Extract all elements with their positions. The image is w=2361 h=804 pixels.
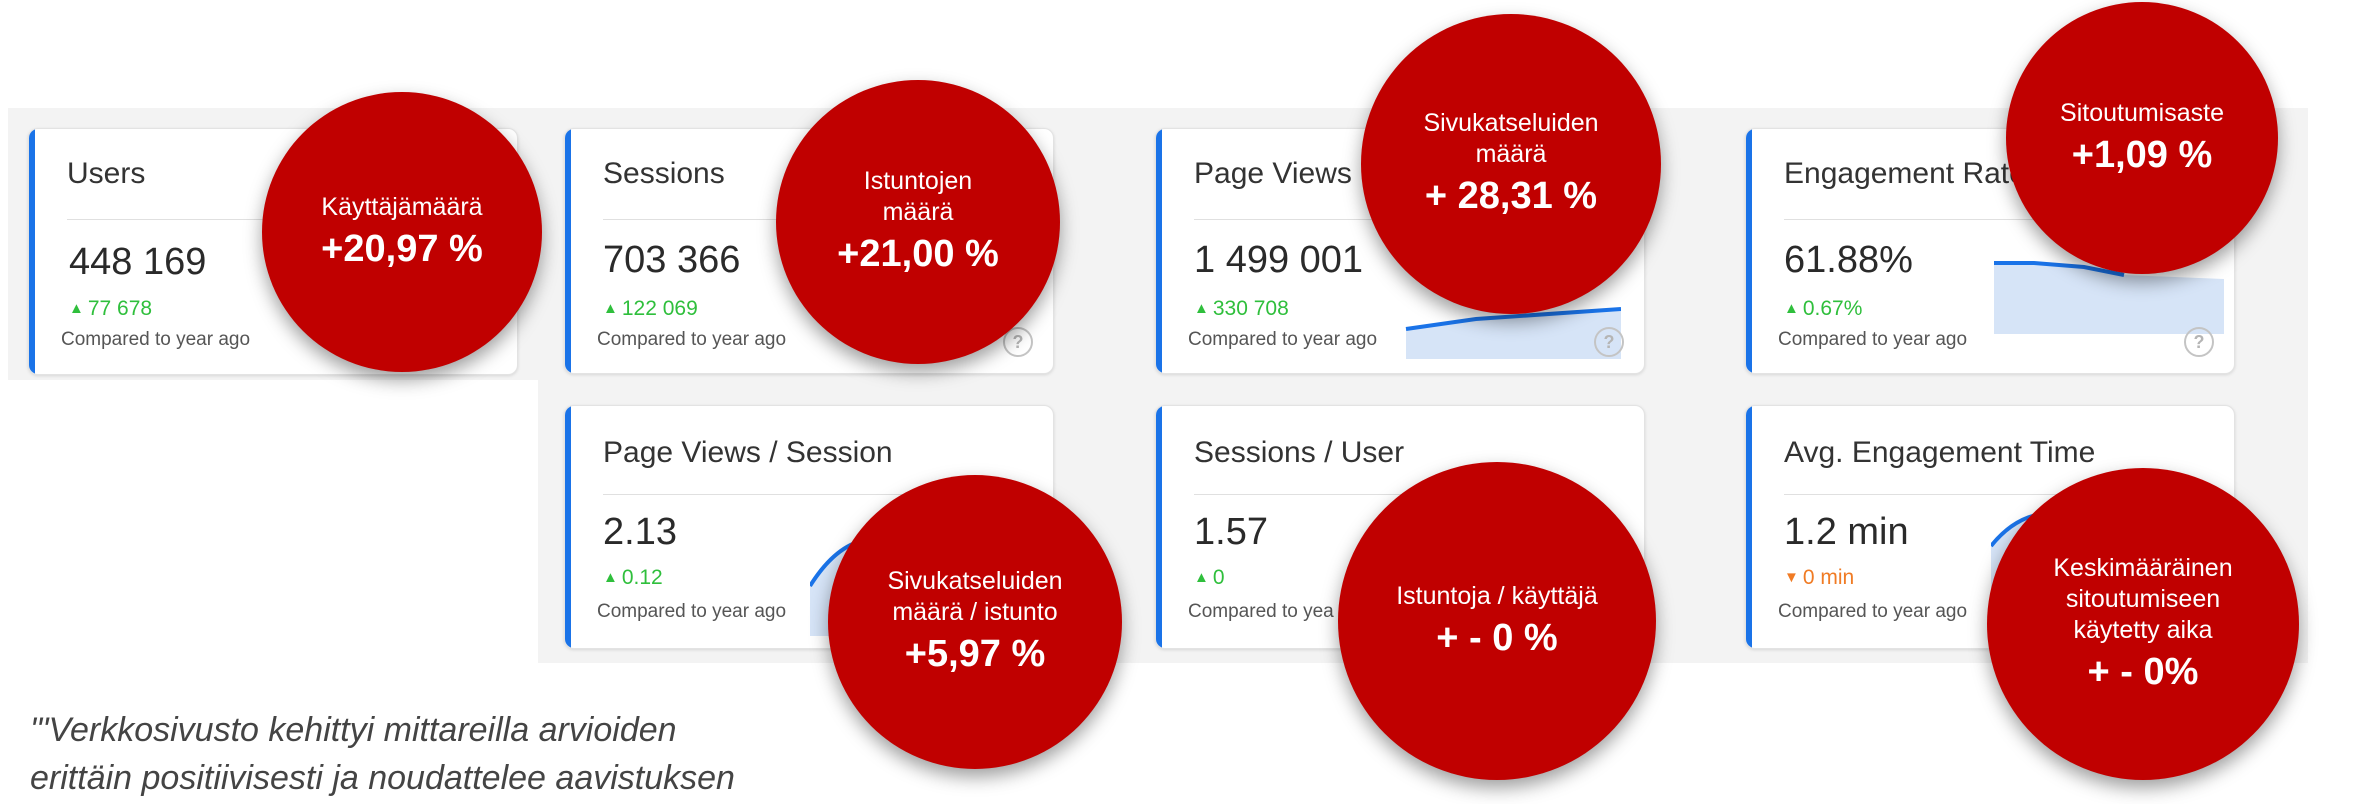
- bubble-percent: + 28,31 %: [1424, 175, 1598, 217]
- quote-line-2: erittäin positiivisesti ja noudattelee a…: [30, 759, 735, 797]
- bubble-percent: +21,00 %: [837, 233, 999, 275]
- card-compared: Compared to yea: [1188, 601, 1334, 622]
- card-compared: Compared to year ago: [597, 329, 787, 350]
- arrow-up-icon: ▲: [1784, 300, 1799, 317]
- card-compared: Compared to year ago: [1778, 329, 1968, 350]
- bubble-label: Sivukatseluiden määrä / istunto: [887, 567, 1063, 626]
- avg-engagement-time-change-bubble: Keskimääräinen sitoutumiseen käytetty ai…: [1987, 468, 2299, 780]
- arrow-up-icon: ▲: [1194, 569, 1209, 586]
- bubble-percent: +5,97 %: [904, 633, 1046, 675]
- card-accent: [565, 406, 571, 648]
- card-accent: [565, 129, 571, 373]
- card-delta-value: 0: [1212, 566, 1225, 589]
- card-delta: ▲ 0.12: [603, 566, 663, 590]
- arrow-up-icon: ▲: [1194, 300, 1209, 317]
- card-accent: [1746, 129, 1752, 373]
- card-delta-value: 0.12: [621, 566, 663, 589]
- arrow-down-icon: ▼: [1784, 569, 1799, 586]
- card-divider: [603, 494, 903, 495]
- sessions-user-change-bubble: Istuntoja / käyttäjä + - 0 %: [1338, 462, 1656, 780]
- card-value: 61.88%: [1784, 239, 1913, 281]
- card-delta-value: 77 678: [87, 297, 153, 320]
- card-accent: [1746, 406, 1752, 648]
- card-compared: Compared to year ago: [1778, 601, 1968, 622]
- bubble-label: Sitoutumisaste: [2060, 98, 2224, 127]
- bubble-percent: +20,97 %: [321, 227, 483, 270]
- card-accent: [29, 129, 35, 374]
- help-icon[interactable]: ?: [2184, 327, 2214, 357]
- card-delta: ▲ 0.67%: [1784, 297, 1862, 321]
- page-views-change-bubble: Sivukatseluiden määrä + 28,31 %: [1361, 14, 1661, 314]
- bubble-label: Sivukatseluiden määrä: [1423, 109, 1599, 168]
- card-value: 448 169: [69, 241, 207, 283]
- card-divider: [1784, 494, 2084, 495]
- card-compared: Compared to year ago: [1188, 329, 1378, 350]
- card-delta-value: 0.67%: [1802, 297, 1863, 320]
- arrow-up-icon: ▲: [69, 300, 84, 317]
- card-delta: ▲ 0: [1194, 566, 1225, 590]
- card-title: Engagement Rate: [1784, 157, 2026, 190]
- card-delta: ▼ 0 min: [1784, 566, 1854, 590]
- arrow-up-icon: ▲: [603, 300, 618, 317]
- card-delta: ▲ 330 708: [1194, 297, 1289, 321]
- card-divider: [1194, 219, 1374, 220]
- card-value: 1.2 min: [1784, 511, 1909, 553]
- card-delta: ▲ 77 678: [69, 297, 152, 321]
- card-divider: [1784, 219, 2034, 220]
- bubble-percent: +1,09 %: [2071, 133, 2213, 176]
- card-delta-value: 0 min: [1802, 566, 1855, 589]
- card-divider: [603, 219, 793, 220]
- card-accent: [1156, 406, 1162, 648]
- card-compared: Compared to year ago: [61, 329, 251, 350]
- bubble-percent: + - 0 %: [1436, 616, 1558, 659]
- card-delta-value: 330 708: [1212, 297, 1289, 320]
- quote-text: "'Verkkosivusto kehittyi mittareilla arv…: [30, 706, 735, 802]
- engagement-rate-change-bubble: Sitoutumisaste +1,09 %: [2006, 2, 2278, 274]
- card-title: Users: [67, 157, 146, 190]
- card-title: Sessions: [603, 157, 725, 190]
- card-delta-value: 122 069: [621, 297, 698, 320]
- bubble-label: Keskimääräinen sitoutumiseen käytetty ai…: [2053, 553, 2233, 644]
- bubble-label: Käyttäjämäärä: [321, 192, 483, 221]
- card-accent: [1156, 129, 1162, 373]
- card-title: Sessions / User: [1194, 436, 1405, 469]
- card-value: 703 366: [603, 239, 741, 281]
- bubble-label: Istuntojen määrä: [863, 167, 973, 226]
- arrow-up-icon: ▲: [603, 569, 618, 586]
- quote-line-1: "'Verkkosivusto kehittyi mittareilla arv…: [30, 711, 677, 749]
- bubble-percent: + - 0%: [2087, 650, 2199, 693]
- page-views-session-change-bubble: Sivukatseluiden määrä / istunto +5,97 %: [828, 475, 1122, 769]
- users-change-bubble: Käyttäjämäärä +20,97 %: [262, 92, 542, 372]
- sessions-change-bubble: Istuntojen määrä +21,00 %: [776, 80, 1060, 364]
- help-icon[interactable]: ?: [1594, 327, 1624, 357]
- card-delta: ▲ 122 069: [603, 297, 698, 321]
- card-value: 2.13: [603, 511, 677, 553]
- card-value: 1 499 001: [1194, 239, 1364, 281]
- bubble-label: Istuntoja / käyttäjä: [1396, 581, 1598, 610]
- card-title: Avg. Engagement Time: [1784, 436, 2096, 469]
- card-title: Page Views / Session: [603, 436, 893, 469]
- card-compared: Compared to year ago: [597, 601, 787, 622]
- card-title: Page Views: [1194, 157, 1352, 190]
- card-value: 1.57: [1194, 511, 1268, 553]
